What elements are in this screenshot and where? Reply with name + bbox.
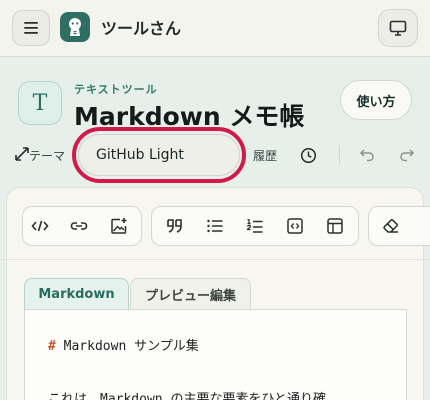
- monitor-icon: [389, 20, 407, 36]
- markdown-editor[interactable]: [24, 309, 407, 400]
- usage-button[interactable]: 使い方: [340, 80, 412, 120]
- display-mode-button[interactable]: [378, 9, 418, 47]
- hamburger-icon: [24, 22, 38, 34]
- theme-label: テーマ: [29, 149, 66, 163]
- bullet-list-icon: [207, 219, 223, 233]
- menu-button[interactable]: [12, 10, 50, 46]
- tab-preview-edit[interactable]: プレビュー編集: [130, 278, 251, 309]
- history-label[interactable]: 履歴: [253, 147, 277, 164]
- page-title: Markdown メモ帳: [74, 102, 305, 131]
- clock-icon: [300, 147, 316, 163]
- inline-code-button[interactable]: [30, 216, 50, 236]
- expand-icon[interactable]: [14, 146, 30, 162]
- divider: [339, 145, 340, 165]
- editor-line-text: Markdown サンプル集: [55, 339, 199, 354]
- undo-button[interactable]: [357, 145, 377, 165]
- numbered-list-icon: [246, 218, 263, 233]
- link-button[interactable]: [69, 216, 89, 236]
- eraser-icon: [383, 219, 398, 233]
- mascot-logo[interactable]: [60, 12, 90, 42]
- code-block-button[interactable]: [285, 216, 305, 236]
- tab-markdown[interactable]: Markdown: [24, 278, 129, 309]
- theme-select[interactable]: GitHub Light: [78, 134, 240, 176]
- image-add-icon: [111, 218, 127, 234]
- redo-icon: [400, 149, 415, 162]
- editor-line: # Markdown サンプル集: [48, 335, 199, 354]
- toolbar-divider: [0, 259, 430, 260]
- bullet-list-button[interactable]: [205, 216, 225, 236]
- history-button[interactable]: [298, 145, 318, 165]
- image-button[interactable]: [109, 216, 129, 236]
- table-icon: [327, 218, 343, 234]
- code-icon: [31, 220, 49, 232]
- link-icon: [70, 222, 88, 230]
- undo-icon: [359, 149, 374, 162]
- tool-category[interactable]: テキストツール: [74, 81, 158, 97]
- redo-button[interactable]: [397, 145, 417, 165]
- code-block-icon: [287, 218, 303, 234]
- quote-icon: [167, 219, 182, 233]
- app-name[interactable]: ツールさん: [101, 15, 181, 39]
- heading-marker: #: [48, 339, 56, 354]
- clear-format-button[interactable]: [381, 216, 401, 236]
- tool-icon: T: [18, 81, 62, 125]
- numbered-list-button[interactable]: [245, 216, 265, 236]
- table-button[interactable]: [325, 216, 345, 236]
- quote-button[interactable]: [165, 216, 185, 236]
- editor-line: これは、Markdown の主要な要素をひと通り確: [48, 392, 327, 400]
